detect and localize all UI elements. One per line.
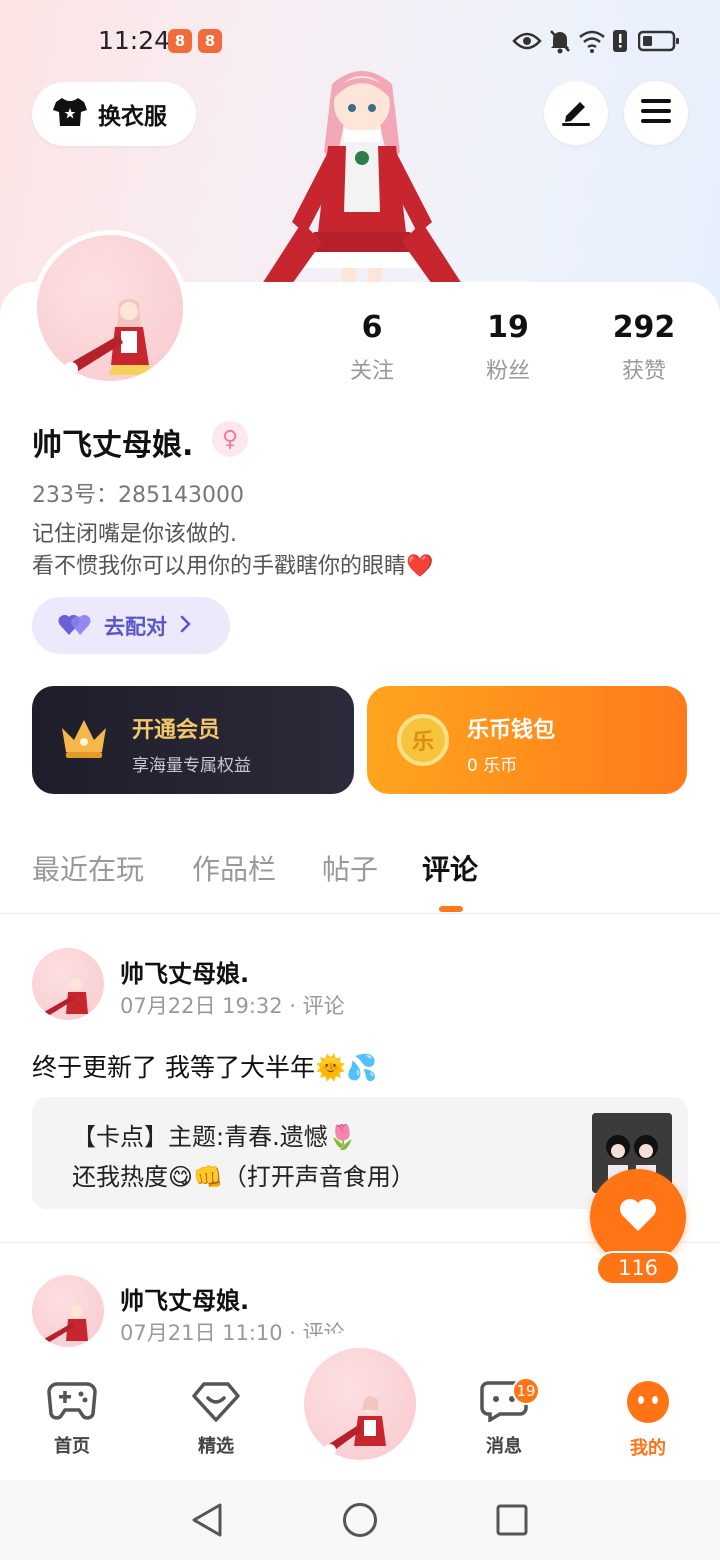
user-bio: 记住闭嘴是你该做的. 看不惯我你可以用你的手戳瞎你的眼睛❤️ xyxy=(32,519,433,583)
female-gender-icon: ♀ xyxy=(212,421,248,457)
system-nav-bar xyxy=(0,1480,720,1560)
match-button[interactable]: 去配对 xyxy=(32,597,230,654)
like-count: 116 xyxy=(596,1251,680,1285)
quoted-title: 【卡点】主题:青春.遗憾🌷 xyxy=(72,1123,358,1151)
nav-center-avatar[interactable] xyxy=(304,1348,416,1460)
comment-text: 终于更新了 我等了大半年🌞💦 xyxy=(32,1053,378,1082)
app-notification-icon: 8 xyxy=(168,29,192,53)
app-notification-icon: 8 xyxy=(198,29,222,53)
content-tabs: 最近在玩 作品栏 帖子 评论 xyxy=(0,848,720,914)
bio-line: 记住闭嘴是你该做的. xyxy=(32,522,237,547)
quoted-work-card[interactable]: 【卡点】主题:青春.遗憾🌷 还我热度😋👊（打开声音食用） xyxy=(32,1097,688,1209)
stat-label: 获赞 xyxy=(621,359,666,384)
menu-icon xyxy=(640,98,672,128)
comment-author[interactable]: 帅飞丈母娘. xyxy=(120,1281,249,1316)
gamepad-icon xyxy=(47,1380,97,1426)
vip-subtitle: 享海量专属权益 xyxy=(132,756,251,776)
wifi-icon xyxy=(578,28,606,54)
change-outfit-button[interactable]: 换衣服 xyxy=(32,82,196,146)
profile-face-icon xyxy=(626,1380,670,1428)
sim-alert-icon xyxy=(612,28,628,54)
change-outfit-label: 换衣服 xyxy=(98,104,167,130)
pen-icon xyxy=(560,96,592,130)
nav-label: 首页 xyxy=(54,1436,90,1457)
username: 帅飞丈母娘. xyxy=(32,428,194,463)
nav-item-me[interactable]: 我的 xyxy=(608,1380,688,1460)
tab-comments[interactable]: 评论 xyxy=(422,848,478,888)
back-icon[interactable] xyxy=(190,1502,224,1542)
wallet-balance: 0 乐币 xyxy=(467,756,518,776)
tab-works[interactable]: 作品栏 xyxy=(192,848,276,888)
nav-item-home[interactable]: 首页 xyxy=(32,1380,112,1458)
nav-item-featured[interactable]: 精选 xyxy=(176,1380,256,1458)
coin-wallet-card[interactable]: 乐 乐币钱包 0 乐币 xyxy=(367,686,687,794)
stat-followers[interactable]: 19 粉丝 xyxy=(448,310,568,385)
menu-button[interactable] xyxy=(624,81,688,145)
mute-bell-icon xyxy=(548,28,572,54)
edit-profile-button[interactable] xyxy=(544,81,608,145)
message-count-badge: 19 xyxy=(512,1377,540,1405)
eye-icon xyxy=(512,28,542,54)
bio-line: 看不惯我你可以用你的手戳瞎你的眼睛❤️ xyxy=(32,554,434,579)
stat-following[interactable]: 6 关注 xyxy=(312,310,432,385)
diamond-heart-icon xyxy=(192,1380,240,1426)
vip-title: 开通会员 xyxy=(132,718,221,743)
wallet-title: 乐币钱包 xyxy=(467,718,556,743)
coin-icon: 乐 xyxy=(397,714,449,766)
avatar-3d-figure[interactable] xyxy=(262,62,462,284)
stat-value: 292 xyxy=(612,310,676,345)
stat-value: 6 xyxy=(361,310,383,345)
crown-icon xyxy=(58,716,110,764)
shirt-icon xyxy=(52,96,88,132)
tab-recently-played[interactable]: 最近在玩 xyxy=(32,848,144,888)
nav-label: 我的 xyxy=(630,1438,666,1459)
comment-author[interactable]: 帅飞丈母娘. xyxy=(120,954,249,989)
tab-posts[interactable]: 帖子 xyxy=(322,848,378,888)
status-time: 11:24 xyxy=(98,26,171,55)
recents-square-icon[interactable] xyxy=(496,1504,528,1540)
avatar[interactable] xyxy=(32,948,104,1020)
stat-value: 19 xyxy=(487,310,529,345)
vip-membership-card[interactable]: 开通会员 享海量专属权益 xyxy=(32,686,354,794)
chevron-right-icon xyxy=(179,614,193,638)
double-heart-icon xyxy=(58,611,92,641)
battery-icon xyxy=(638,28,680,54)
avatar[interactable] xyxy=(32,1275,104,1347)
nav-label: 消息 xyxy=(486,1436,522,1457)
tab-active-indicator xyxy=(439,906,463,912)
stat-label: 关注 xyxy=(349,359,394,384)
heart-icon xyxy=(618,1197,658,1237)
nav-label: 精选 xyxy=(198,1436,234,1457)
quoted-subtitle: 还我热度😋👊（打开声音食用） xyxy=(72,1163,415,1191)
home-circle-icon[interactable] xyxy=(342,1502,378,1542)
profile-avatar[interactable] xyxy=(32,230,188,386)
comment-meta: 07月22日 19:32 · 评论 xyxy=(120,994,345,1018)
stat-likes[interactable]: 292 获赞 xyxy=(584,310,704,385)
user-id[interactable]: 233号：285143000 xyxy=(32,477,244,509)
stat-label: 粉丝 xyxy=(485,359,530,384)
match-label: 去配对 xyxy=(104,614,167,639)
